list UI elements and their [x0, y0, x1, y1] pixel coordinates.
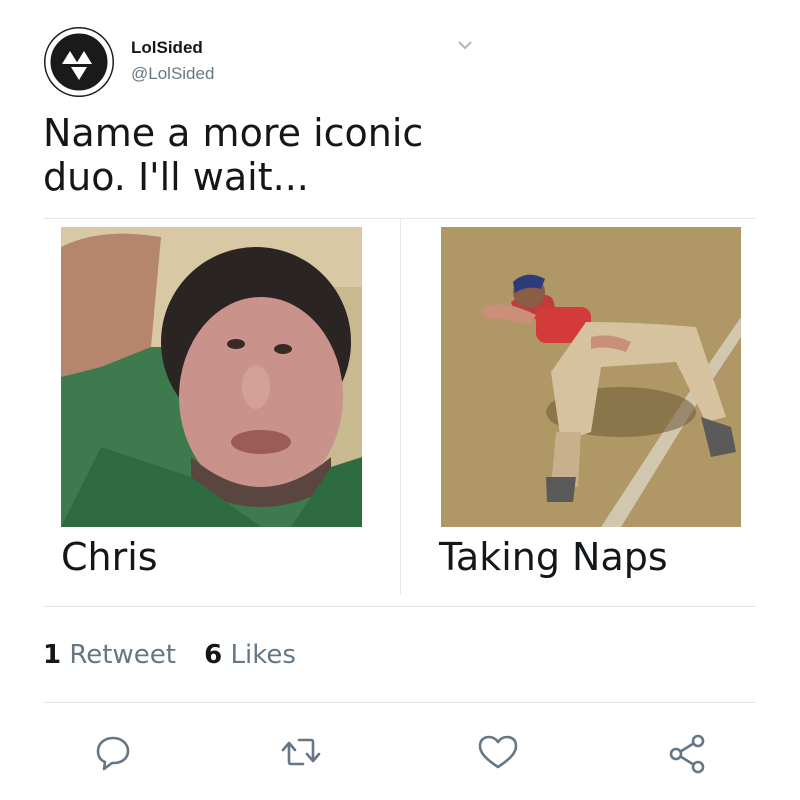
likes-stat[interactable]: 6 Likes	[204, 640, 296, 670]
panel-caption-taking-naps: Taking Naps	[439, 535, 668, 579]
retweets-count: 1	[43, 640, 62, 670]
man-portrait-image	[61, 227, 362, 527]
retweet-icon[interactable]	[279, 732, 323, 772]
user-handle[interactable]: @LolSided	[131, 64, 214, 84]
likes-label: Likes	[230, 640, 296, 670]
panel-caption-chris: Chris	[61, 535, 158, 579]
reply-icon[interactable]	[93, 732, 133, 772]
panel-divider	[400, 219, 401, 595]
man-napping-image	[441, 227, 741, 527]
divider	[43, 606, 756, 607]
display-name[interactable]: LolSided	[131, 38, 203, 58]
lolsided-logo-icon	[45, 28, 113, 96]
share-icon[interactable]	[666, 732, 710, 776]
divider	[43, 702, 756, 703]
photo-taking-naps[interactable]	[441, 227, 741, 527]
retweets-label: Retweet	[69, 640, 176, 670]
chevron-down-icon[interactable]	[457, 38, 473, 52]
likes-count: 6	[204, 640, 223, 670]
like-icon[interactable]	[476, 732, 520, 772]
retweets-stat[interactable]: 1 Retweet	[43, 640, 176, 670]
tweet-text: Name a more iconic duo. I'll wait...	[43, 111, 424, 199]
photo-chris[interactable]	[61, 227, 362, 527]
avatar[interactable]	[44, 27, 114, 97]
tweet-stats: 1 Retweet 6 Likes	[43, 640, 316, 670]
